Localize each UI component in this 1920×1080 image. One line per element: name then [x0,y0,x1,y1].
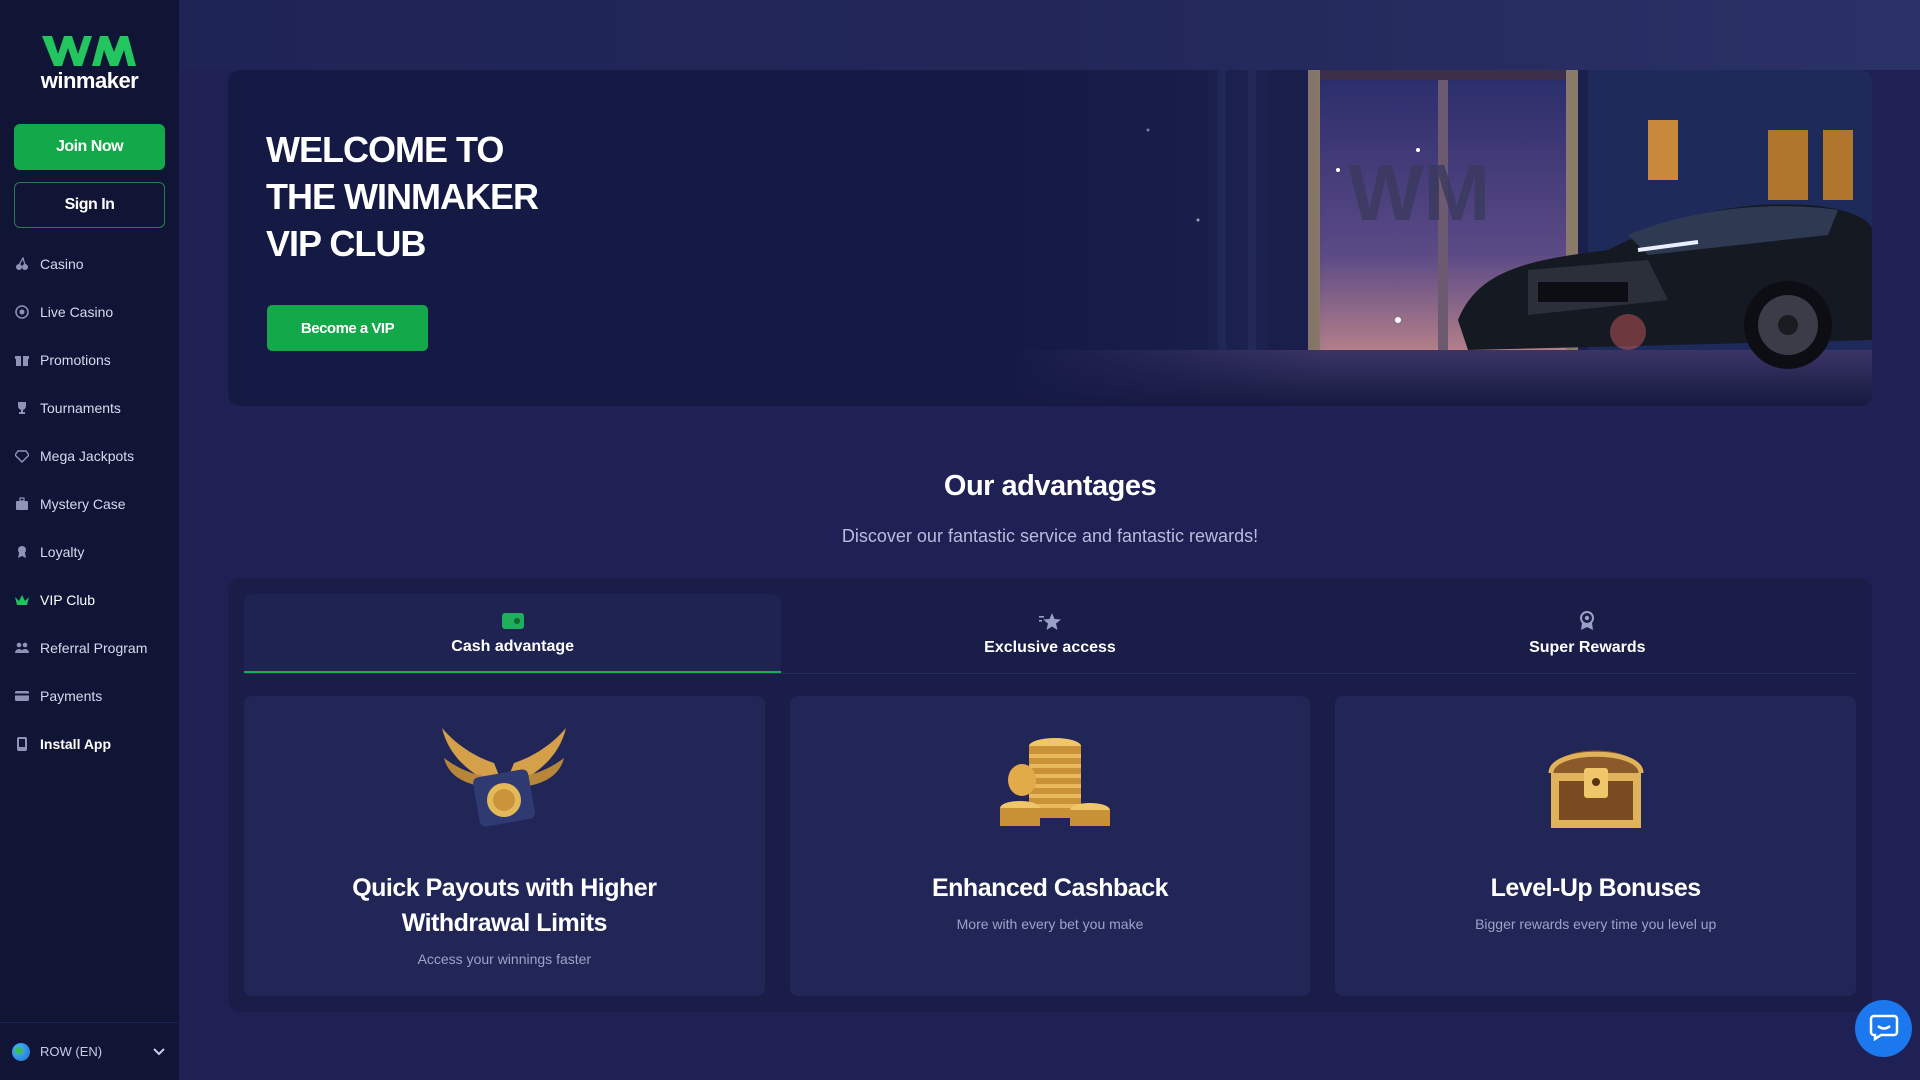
sidebar-item-label: Mega Jackpots [40,448,135,464]
sidebar-item-payments[interactable]: Payments [0,672,179,720]
sidebar-item-label: Casino [40,256,84,272]
sidebar-item-label: Loyalty [40,544,85,560]
sidebar-item-label: Payments [40,688,103,704]
globe-icon [12,1042,30,1061]
sidebar-item-promotions[interactable]: Promotions [0,336,179,384]
top-background [179,0,1920,70]
people-icon [14,640,30,656]
tab-cash-advantage[interactable]: Cash advantage [244,594,782,673]
star-icon [1038,611,1061,631]
sidebar-item-live-casino[interactable]: Live Casino [0,288,179,336]
advantages-panel: Cash advantage Exclusive access Super Re… [228,578,1872,1012]
sidebar-item-mega-jackpots[interactable]: Mega Jackpots [0,432,179,480]
hero-title: WELCOME TO THE WINMAKER VIP CLUB [266,126,666,267]
become-vip-button[interactable]: Become a VIP [267,305,428,351]
sidebar-item-install-app[interactable]: Install App [0,720,179,768]
sidebar-item-label: Install App [40,736,112,752]
card-description: More with every bet you make [956,916,1144,932]
sidebar-item-label: Referral Program [40,640,148,656]
sidebar-item-label: VIP Club [40,592,95,608]
logo-text: winmaker [40,68,139,93]
advantage-card: Quick Payouts with Higher Withdrawal Lim… [244,696,765,996]
sidebar-item-label: Live Casino [40,304,114,320]
winmaker-logo[interactable]: winmaker [0,0,179,112]
card-description: Bigger rewards every time you level up [1475,916,1717,932]
advantages-subtitle: Discover our fantastic service and fanta… [841,526,1259,546]
tab-label: Super Rewards [1529,638,1646,656]
tab-exclusive-access[interactable]: Exclusive access [781,594,1318,673]
card-description: Access your winnings faster [417,951,592,967]
advantage-card: Enhanced Cashback More with every bet yo… [789,696,1311,996]
crown-icon [14,592,30,608]
language-selector[interactable]: ROW (EN) [0,1022,179,1080]
language-label: ROW (EN) [40,1044,103,1059]
card-icon [14,688,30,704]
chip-icon [14,304,30,320]
advantage-cards: Quick Payouts with Higher Withdrawal Lim… [244,696,1857,996]
sidebar-item-vip-club[interactable]: VIP Club [0,576,179,624]
sidebar-item-casino[interactable]: Casino [0,240,179,288]
sidebar-item-label: Tournaments [40,400,121,416]
tab-label: Cash advantage [451,637,575,655]
advantages-title: Our advantages [943,470,1157,502]
cherry-icon [14,256,30,272]
sidebar-item-tournaments[interactable]: Tournaments [0,384,179,432]
treasure-chest-icon [1526,718,1666,843]
hero-title-line: THE WINMAKER [266,176,539,217]
sidebar-item-referral-program[interactable]: Referral Program [0,624,179,672]
advantage-card: Level-Up Bonuses Bigger rewards every ti… [1335,696,1857,996]
case-icon [14,496,30,512]
card-title: Quick Payouts with Higher Withdrawal Lim… [352,874,657,937]
wm-logo-icon [41,36,136,66]
sidebar-item-loyalty[interactable]: Loyalty [0,528,179,576]
reward-icon [1576,610,1598,631]
sidebar: winmaker Join Now Sign In Casino Live Ca… [0,0,179,1080]
live-chat-button[interactable] [1855,1000,1912,1057]
advantages-tabs: Cash advantage Exclusive access Super Re… [244,594,1856,674]
gift-icon [14,352,30,368]
sidebar-nav: Casino Live Casino Promotions Tournament… [0,240,179,768]
hero-car-illustration: WM [1008,70,1872,406]
card-title: Enhanced Cashback [931,874,1169,902]
sidebar-item-label: Promotions [40,352,111,368]
coin-stack-icon [980,718,1120,843]
sign-in-button[interactable]: Sign In [14,182,165,228]
svg-text:WM: WM [1348,148,1490,237]
hero-title-line: WELCOME TO [266,129,504,170]
wallet-icon [501,610,524,630]
hero-banner: WELCOME TO THE WINMAKER VIP CLUB Become … [228,70,1872,406]
card-title: Level-Up Bonuses [1490,874,1702,902]
tab-super-rewards[interactable]: Super Rewards [1319,594,1856,673]
tab-label: Exclusive access [984,638,1116,656]
sidebar-item-label: Mystery Case [40,496,126,512]
medal-icon [14,544,30,560]
chevron-down-icon [153,1045,165,1059]
winged-coin-icon [434,718,574,843]
diamond-icon [14,448,30,464]
hero-title-line: VIP CLUB [266,223,426,264]
phone-icon [14,736,30,752]
chat-bubble-icon [1869,1011,1899,1046]
join-now-button[interactable]: Join Now [14,124,165,170]
trophy-icon [14,400,30,416]
sidebar-item-mystery-case[interactable]: Mystery Case [0,480,179,528]
